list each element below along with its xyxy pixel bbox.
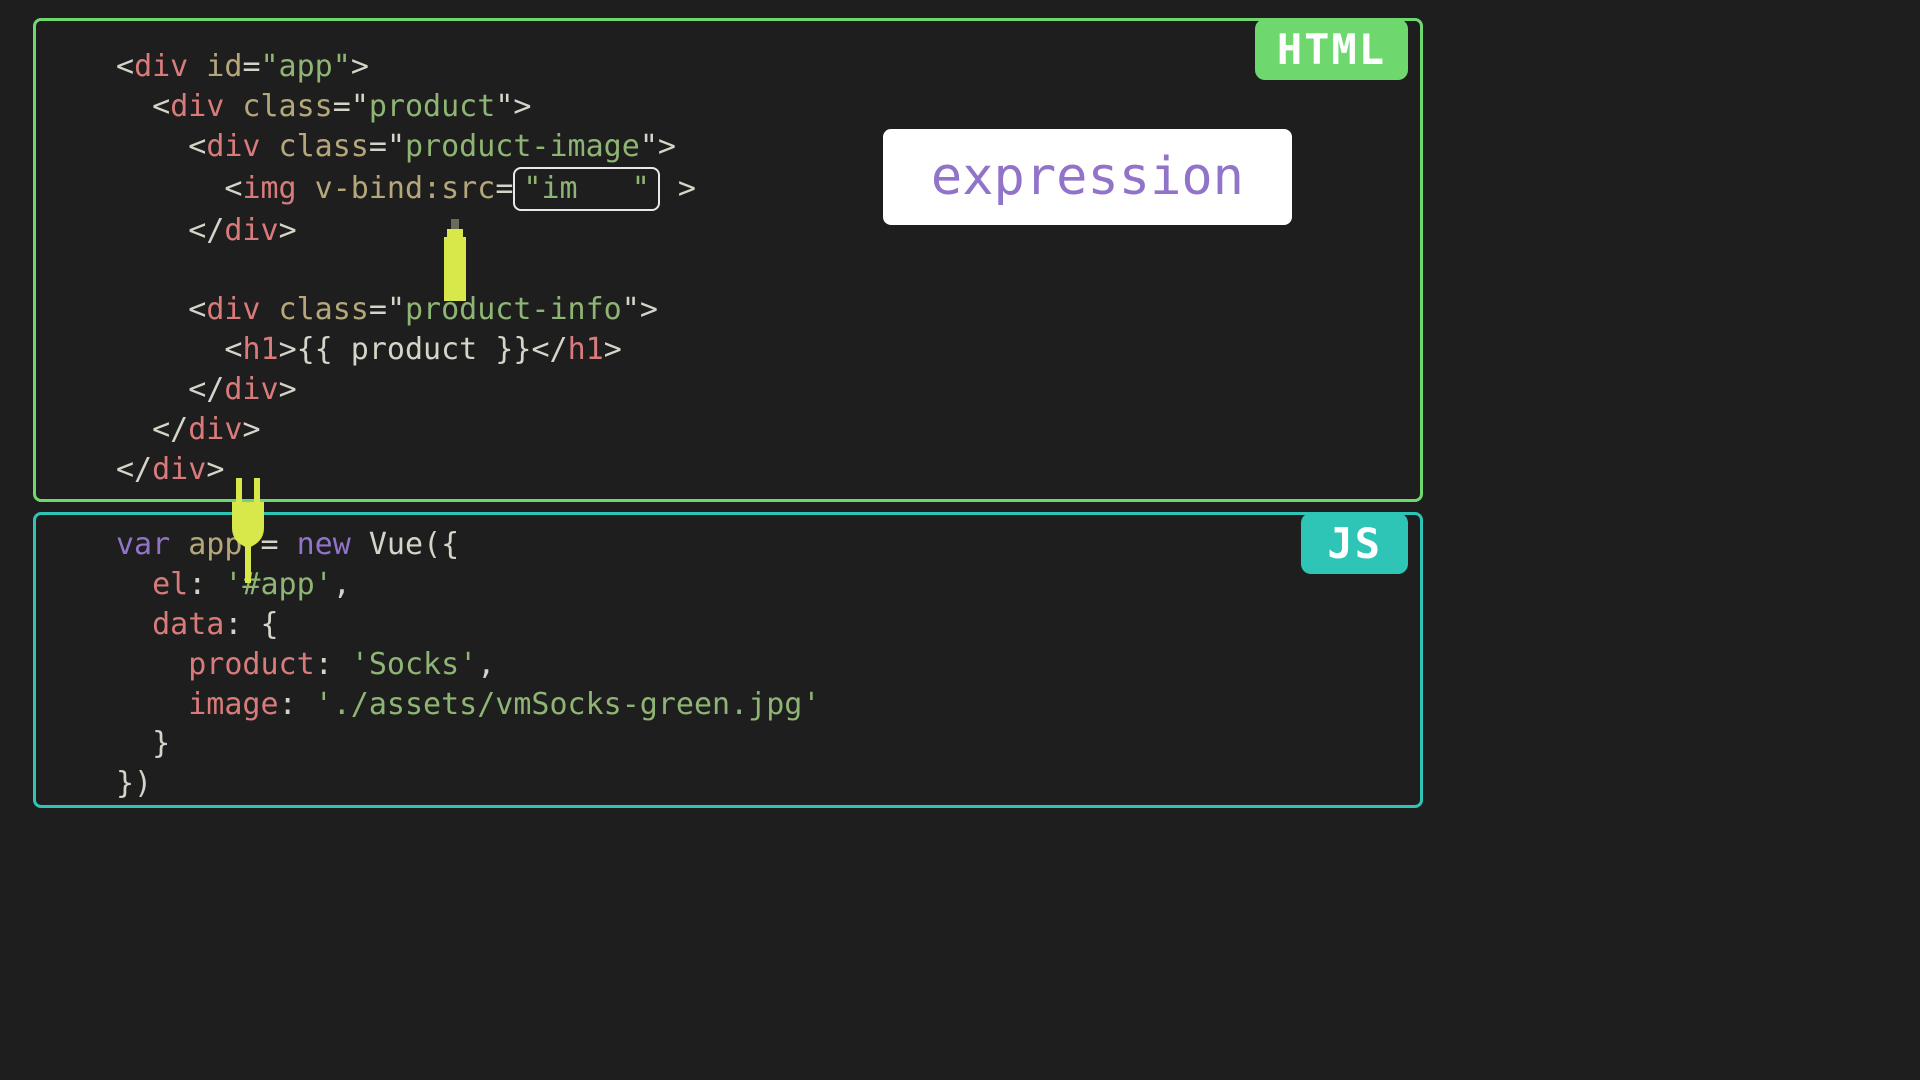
html-code-block: <div id="app"> <div class="product"> <di… <box>116 47 696 490</box>
html-badge: HTML <box>1255 19 1408 80</box>
highlighter-icon <box>440 219 470 301</box>
expression-callout: expression <box>883 129 1292 225</box>
v-bind-value-box: "im " <box>513 167 659 211</box>
js-badge: JS <box>1301 513 1408 574</box>
plug-connector-icon <box>228 478 268 583</box>
js-code-block: var app = new Vue({ el: '#app', data: { … <box>116 525 820 804</box>
html-panel: HTML <div id="app"> <div class="product"… <box>33 18 1423 502</box>
